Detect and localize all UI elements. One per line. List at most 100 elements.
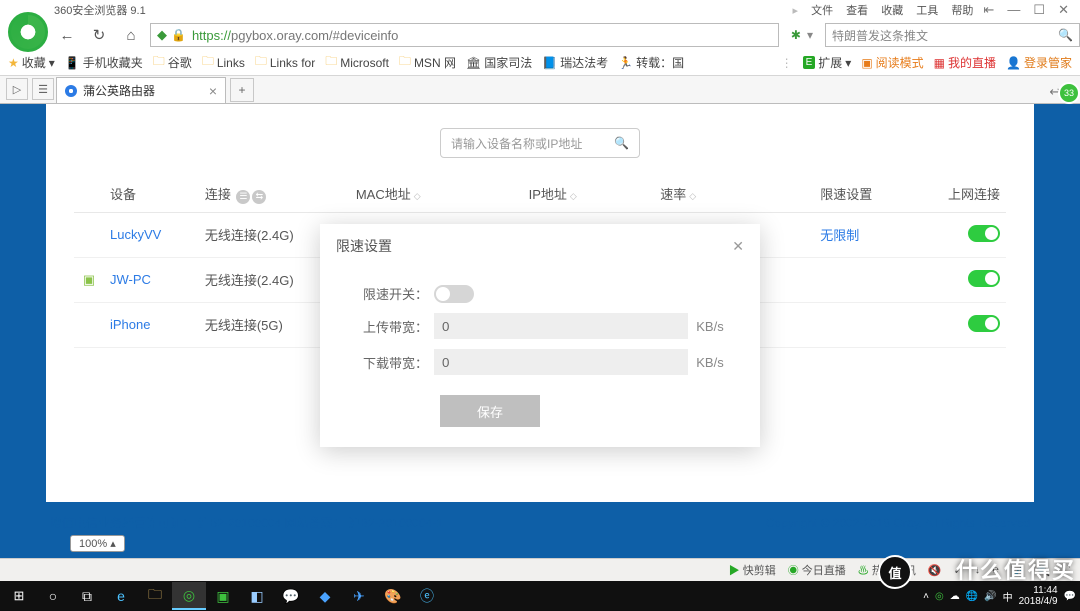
menu-file[interactable]: 文件 [811,5,833,17]
tab-close-icon[interactable]: × [209,83,217,99]
perf-icon[interactable]: ✓ [954,564,963,577]
dropdown-icon[interactable]: ▾ [807,28,813,42]
net-switch[interactable] [968,225,1000,242]
url-text: pgybox.oray.com/#deviceinfo [231,28,398,43]
bm-trunc[interactable]: 🏃转载：国 [618,54,684,71]
app5-icon[interactable]: 🎨 [376,582,410,610]
new-tab-button[interactable]: + [230,78,254,102]
net-switch[interactable] [968,270,1000,287]
net-icon[interactable]: ℮ [992,564,999,576]
bm-linksfor[interactable]: 🗀Links for [255,52,315,73]
menu-view[interactable]: 查看 [846,5,868,17]
app3-icon[interactable]: ◆ [308,582,342,610]
tray-notif-icon[interactable]: 💬 [1064,591,1076,602]
read-mode-button[interactable]: ▣ 阅读模式 [861,54,923,71]
bm-msn[interactable]: 🗀MSN 网 [399,52,456,73]
quick-cut-button[interactable]: ▶ 快剪辑 [729,562,776,578]
zoom-chip[interactable]: 100% ▴ [70,535,125,552]
download-icon[interactable]: ↓ [975,564,981,576]
home-button[interactable]: ⌂ [118,23,144,47]
modal-title: 限速设置 [336,236,392,256]
upload-input[interactable] [434,313,688,339]
device-link[interactable]: JW-PC [110,272,151,287]
today-live-button[interactable]: ◉ 今日直播 [788,562,846,578]
save-button[interactable]: 保存 [440,395,540,427]
device-search-placeholder: 请输入设备名称或IP地址 [451,135,582,152]
address-bar[interactable]: ◆ 🔒 https:// pgybox.oray.com/#deviceinfo [150,23,779,47]
tray-net-icon[interactable]: 🌐 [966,591,978,602]
my-live-button[interactable]: ▦ 我的直播 [934,54,996,71]
rate-limit-toggle[interactable] [434,285,474,303]
med-icon[interactable]: 🩺 [1011,564,1025,577]
bm-ruida[interactable]: 📘瑞达法考 [542,54,608,71]
device-link[interactable]: LuckyVV [110,227,161,242]
close-window-icon[interactable]: ✕ [1058,2,1069,17]
download-input[interactable] [434,349,688,375]
tray-360-icon[interactable]: ◎ [935,591,944,602]
sidebar-toggle-icon[interactable]: ▷ [6,78,28,100]
th-limit: 限速设置 [814,176,910,212]
app1-icon[interactable]: ▣ [206,582,240,610]
favorites-button[interactable]: ★收藏 ▾ [8,54,55,71]
app-title: 360安全浏览器 9.1 [54,2,146,18]
url-proto: https:// [192,28,231,43]
ext-button[interactable]: E扩展 ▾ [803,54,852,71]
th-ip[interactable]: IP地址◇ [523,176,655,212]
zoom-icon[interactable]: 🔍 [1037,564,1051,577]
bm-google[interactable]: 🗀谷歌 [153,52,192,73]
fullscreen-icon[interactable]: ⛶ [1062,564,1070,577]
th-mac[interactable]: MAC地址◇ [350,176,523,212]
menu-tool[interactable]: 工具 [916,5,938,17]
minimize-icon[interactable]: ― [1007,2,1020,17]
tab-favicon-icon [65,85,77,97]
explorer-icon[interactable]: 🗀 [138,582,172,610]
copyright: Copyright © 2002-2018 Oray. All Rights R… [766,516,1030,530]
tray-up-icon[interactable]: ˄ [923,591,929,602]
rate-limit-modal: 限速设置 ✕ 限速开关： 上传带宽： KB/s 下载带宽： KB/s 保存 [320,224,760,447]
pin-icon[interactable]: ⇤ [983,2,994,17]
edge-icon[interactable]: e [104,582,138,610]
mute-icon[interactable]: 🔇 [928,564,942,577]
app2-icon[interactable]: ◧ [240,582,274,610]
taskview-icon[interactable]: ⧉ [70,582,104,610]
device-link[interactable]: iPhone [110,317,150,332]
device-search-input[interactable]: 请输入设备名称或IP地址 🔍 [440,128,640,158]
app4-icon[interactable]: ✈ [342,582,376,610]
th-rate[interactable]: 速率◇ [654,176,814,212]
tray-cloud-icon[interactable]: ☁ [950,591,960,602]
maximize-icon[interactable]: ☐ [1033,2,1045,17]
license-link-2[interactable]: 沪B2-20100004-1 [348,516,443,530]
cortana-icon[interactable]: ○ [36,582,70,610]
start-button[interactable]: ⊞ [2,582,36,610]
menu-help[interactable]: 帮助 [951,5,973,17]
th-net: 上网连接 [910,176,1006,212]
tray-vol-icon[interactable]: 🔊 [984,591,996,602]
menu-fav[interactable]: 收藏 [881,5,903,17]
ie-icon[interactable]: ⓔ [410,582,444,610]
tray-clock[interactable]: 11:442018/4/9 [1019,585,1058,607]
rate-limit-link[interactable]: 无限制 [820,228,859,243]
bm-microsoft[interactable]: 🗀Microsoft [325,52,389,73]
back-button[interactable]: ← [54,23,80,47]
notif-badge[interactable]: 33 [1058,82,1080,104]
search-box[interactable]: 特朗普发这条推文 🔍 [825,23,1080,47]
360browser-icon[interactable]: ◎ [172,582,206,610]
hot-news-button[interactable]: ♨ 热点资讯 [858,562,916,578]
android-icon: ▣ [80,272,98,288]
search-icon[interactable]: 🔍 [1058,28,1073,42]
login-mgr-button[interactable]: 👤 登录管家 [1006,54,1072,71]
tray-ime-icon[interactable]: 中 [1003,589,1013,604]
upload-unit: KB/s [688,319,732,334]
tab-list-icon[interactable]: ☰ [32,78,54,100]
bm-links[interactable]: 🗀Links [202,52,245,73]
bm-gov[interactable]: 🏛国家司法 [466,54,532,71]
net-switch[interactable] [968,315,1000,332]
bm-mobile[interactable]: 📱手机收藏夹 [65,54,143,71]
upload-label: 上传带宽： [348,317,434,336]
reload-button[interactable]: ↻ [86,23,112,47]
modal-close-icon[interactable]: ✕ [732,238,744,255]
tab-active[interactable]: 蒲公英路由器 × [56,77,226,103]
license-link-1[interactable]: 沪B2-20100004 [197,516,281,530]
wechat-icon[interactable]: 💬 [274,582,308,610]
extensions-icon[interactable]: ✱ [791,28,801,42]
